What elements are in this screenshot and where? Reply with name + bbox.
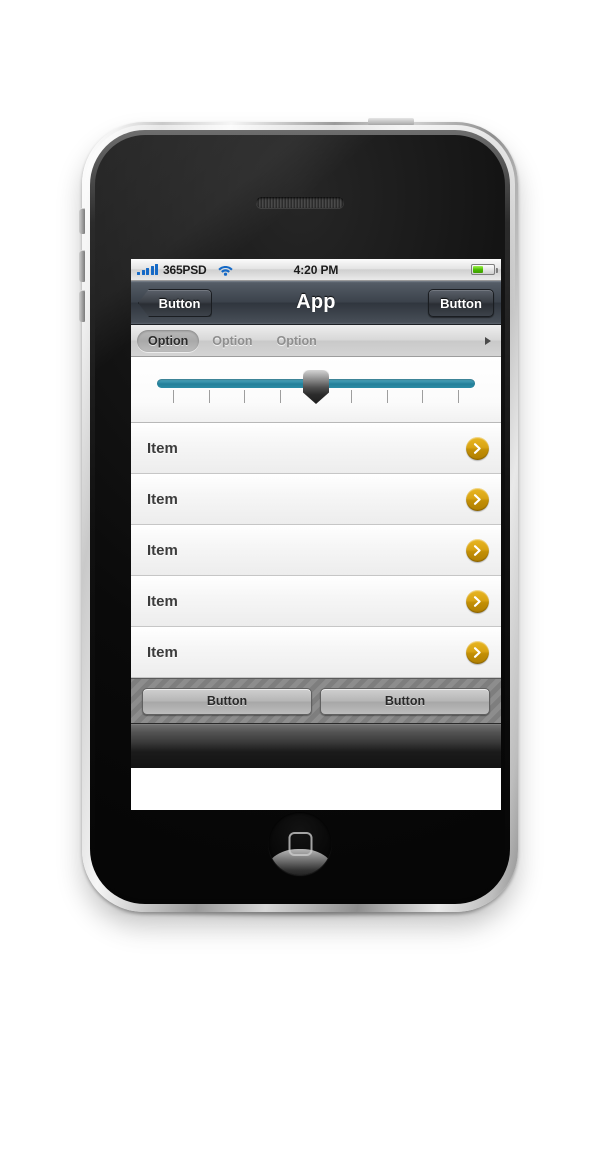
chevron-right-icon[interactable] xyxy=(466,538,489,562)
signal-bars-icon xyxy=(137,264,158,275)
status-bar: 365PSD 4:20 PM xyxy=(131,259,501,281)
battery-icon xyxy=(471,264,498,275)
item-list: Item Item Item Item Item xyxy=(131,423,501,678)
stage: 365PSD 4:20 PM Button App Button Option … xyxy=(0,0,600,1153)
iphone-device: 365PSD 4:20 PM Button App Button Option … xyxy=(79,118,518,912)
list-item[interactable]: Item xyxy=(131,576,501,627)
device-front-face: 365PSD 4:20 PM Button App Button Option … xyxy=(95,135,505,899)
list-item-label: Item xyxy=(147,541,178,559)
home-square-icon xyxy=(288,831,312,856)
list-item-label: Item xyxy=(147,439,178,457)
navigation-bar: Button App Button xyxy=(131,281,501,325)
wifi-icon xyxy=(217,265,233,276)
list-item-label: Item xyxy=(147,490,178,508)
volume-down-button[interactable] xyxy=(79,290,85,322)
chevron-right-icon[interactable] xyxy=(466,589,489,613)
list-item-label: Item xyxy=(147,643,178,661)
list-item[interactable]: Item xyxy=(131,627,501,678)
list-item[interactable]: Item xyxy=(131,525,501,576)
tab-option-2[interactable]: Option xyxy=(201,330,263,352)
silent-switch[interactable] xyxy=(79,208,85,234)
earpiece-speaker-icon xyxy=(256,197,344,208)
carrier-label: 365PSD xyxy=(163,262,207,277)
nav-back-button[interactable]: Button xyxy=(138,289,212,317)
list-item-label: Item xyxy=(147,592,178,610)
home-button[interactable] xyxy=(268,812,332,875)
footer-bar xyxy=(131,724,501,768)
tab-option-3[interactable]: Option xyxy=(266,330,328,352)
chevron-right-icon[interactable] xyxy=(466,640,489,664)
tab-option-1[interactable]: Option xyxy=(137,329,200,352)
device-screen: 365PSD 4:20 PM Button App Button Option … xyxy=(131,259,501,810)
chevron-right-icon[interactable] xyxy=(466,436,489,460)
list-item[interactable]: Item xyxy=(131,474,501,525)
toolbar-button-right[interactable]: Button xyxy=(320,687,490,715)
device-reflection-fade xyxy=(82,912,518,1112)
chevron-right-icon[interactable] xyxy=(466,487,489,511)
option-tab-bar: Option Option Option xyxy=(131,325,501,357)
toolbar-button-left[interactable]: Button xyxy=(142,687,312,715)
slider-panel xyxy=(131,357,501,423)
device-reflection xyxy=(82,912,518,1112)
page-title: App xyxy=(296,291,336,313)
list-item[interactable]: Item xyxy=(131,423,501,474)
value-slider[interactable] xyxy=(157,370,475,413)
power-button[interactable] xyxy=(368,118,414,125)
bottom-toolbar: Button Button xyxy=(131,678,501,724)
chevron-right-icon[interactable] xyxy=(485,336,491,345)
volume-up-button[interactable] xyxy=(79,250,85,282)
nav-right-button[interactable]: Button xyxy=(428,289,494,317)
battery-fill xyxy=(473,266,484,273)
